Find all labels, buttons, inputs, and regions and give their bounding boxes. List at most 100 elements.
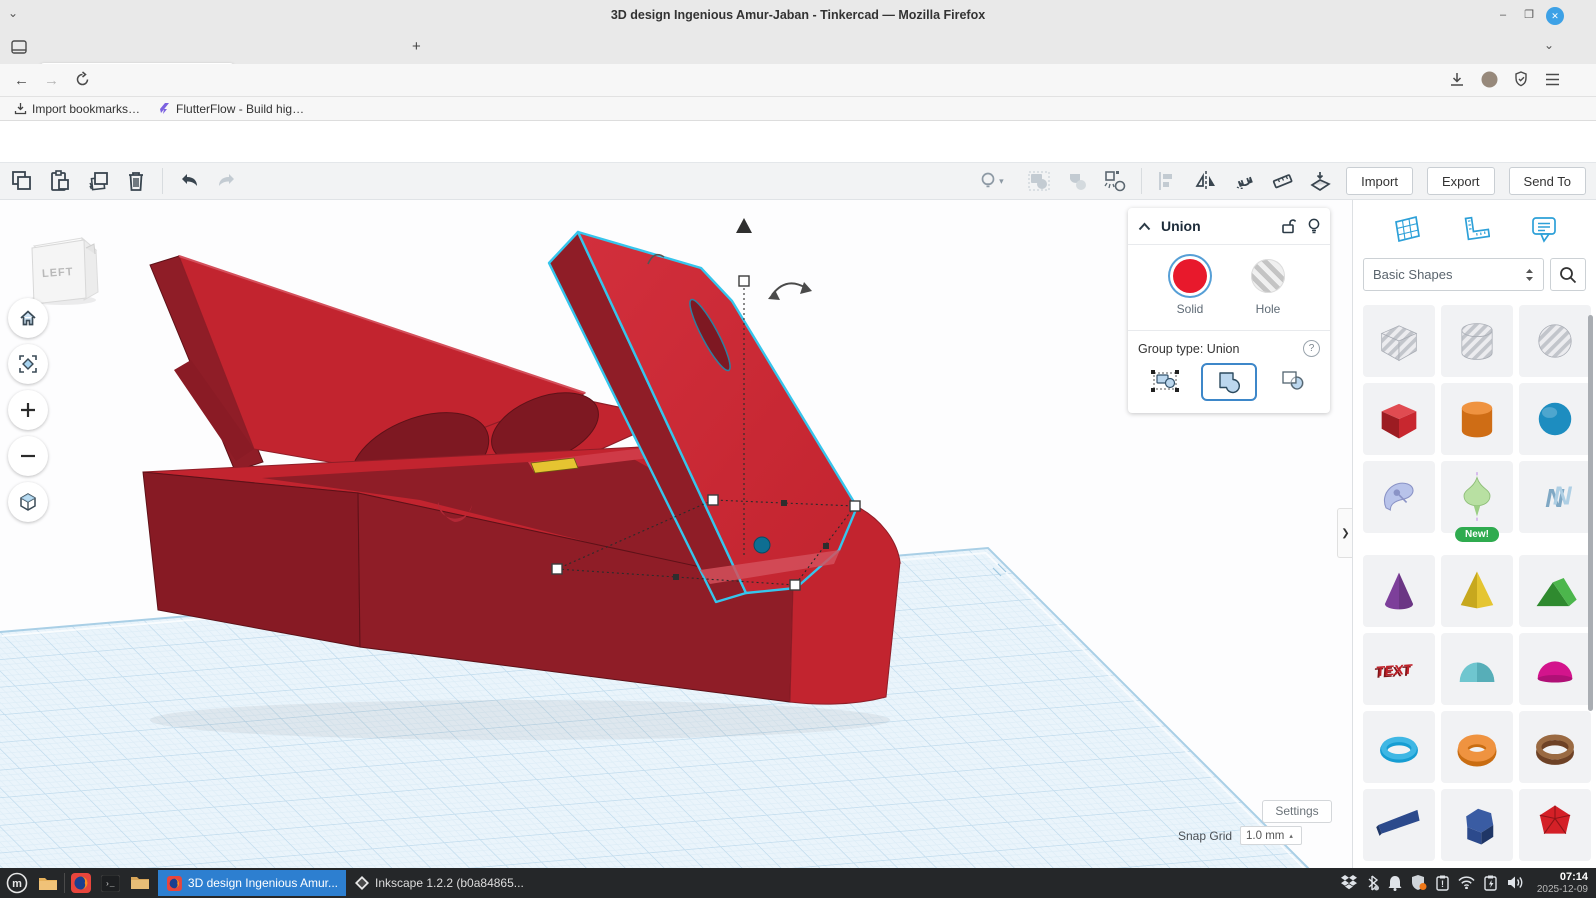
- shape-cylinder-hole[interactable]: [1441, 305, 1513, 377]
- fit-view-button[interactable]: [8, 344, 48, 384]
- reload-icon[interactable]: [74, 71, 91, 88]
- close-button[interactable]: ✕: [1546, 7, 1564, 25]
- extensions-icon[interactable]: [1513, 71, 1529, 87]
- show-all-icon[interactable]: ▾: [977, 169, 1013, 193]
- shape-box[interactable]: [1363, 383, 1435, 455]
- group-type-union-button[interactable]: [1201, 363, 1257, 401]
- duplicate-icon[interactable]: [86, 169, 110, 193]
- firefox-view-icon[interactable]: [10, 38, 28, 56]
- volume-icon[interactable]: [1507, 875, 1524, 890]
- magnet-icon[interactable]: [1232, 169, 1256, 193]
- help-icon[interactable]: ?: [1303, 340, 1320, 357]
- hole-swatch[interactable]: Hole: [1251, 259, 1285, 316]
- titlebar-chevron-icon[interactable]: ⌄: [8, 6, 18, 20]
- export-button[interactable]: Export: [1427, 167, 1495, 195]
- task-window-inkscape[interactable]: Inkscape 1.2.2 (b0a84865...: [346, 870, 533, 896]
- notifications-bell-icon[interactable]: [1388, 875, 1402, 891]
- ruler-icon[interactable]: [1270, 169, 1294, 193]
- power-manager-icon[interactable]: [1484, 875, 1498, 891]
- launcher-terminal-icon[interactable]: ›_: [101, 875, 120, 892]
- ruler-tool-icon[interactable]: [1460, 214, 1490, 244]
- shape-cylinder[interactable]: [1441, 383, 1513, 455]
- notes-icon[interactable]: [1529, 214, 1559, 244]
- mirror-icon[interactable]: [1194, 169, 1218, 193]
- shield-icon[interactable]: [1411, 874, 1427, 891]
- search-shapes-button[interactable]: [1550, 258, 1586, 291]
- send-to-button[interactable]: Send To: [1509, 167, 1586, 195]
- bookmark-flutterflow[interactable]: FlutterFlow - Build hig…: [158, 102, 304, 116]
- dropbox-icon[interactable]: [1341, 875, 1357, 890]
- raise-handle[interactable]: [736, 218, 752, 233]
- bluetooth-icon[interactable]: [1366, 875, 1379, 891]
- shape-category-select[interactable]: Basic Shapes: [1363, 258, 1544, 291]
- shape-cone[interactable]: [1363, 555, 1435, 627]
- scale-mid-handle[interactable]: [823, 543, 829, 549]
- shape-torus[interactable]: [1363, 711, 1435, 783]
- perspective-toggle-button[interactable]: [8, 482, 48, 522]
- launcher-firefox-icon[interactable]: [71, 873, 91, 893]
- redo-icon[interactable]: [215, 169, 239, 193]
- delete-icon[interactable]: [124, 169, 148, 193]
- workplane-tool-icon[interactable]: [1308, 169, 1332, 193]
- snap-grid-select[interactable]: 1.0 mm ▴: [1240, 826, 1302, 845]
- view-cube-face-label[interactable]: LEFT: [42, 266, 74, 280]
- clock[interactable]: 07:14 2025-12-09: [1537, 871, 1588, 895]
- shape-hemisphere[interactable]: [1519, 633, 1591, 705]
- shape-polygon[interactable]: [1441, 789, 1513, 861]
- scrollbar-thumb[interactable]: [1588, 315, 1593, 711]
- back-icon[interactable]: ←: [14, 72, 29, 89]
- group-type-intersect-button[interactable]: [1266, 363, 1320, 399]
- ungroup-icon[interactable]: [1065, 169, 1089, 193]
- scale-corner-handle[interactable]: [790, 580, 800, 590]
- clipboard-alert-icon[interactable]: !: [1436, 875, 1449, 891]
- solid-swatch[interactable]: Solid: [1173, 259, 1207, 316]
- shape-text[interactable]: TEXTTEXT: [1363, 633, 1435, 705]
- shape-sphere-hole[interactable]: [1519, 305, 1591, 377]
- scale-mid-handle[interactable]: [673, 574, 679, 580]
- bulb-icon[interactable]: [1308, 218, 1320, 234]
- scale-corner-handle[interactable]: [552, 564, 562, 574]
- group-icon[interactable]: [1027, 169, 1051, 193]
- rotate-handle[interactable]: [800, 282, 812, 294]
- shape-scribble[interactable]: [1363, 461, 1435, 533]
- launcher-files-icon[interactable]: [130, 875, 150, 891]
- zoom-out-button[interactable]: [8, 436, 48, 476]
- app-menu-icon[interactable]: m: [6, 872, 28, 894]
- view-cube[interactable]: LEFT: [12, 218, 104, 308]
- settings-button[interactable]: Settings: [1262, 800, 1332, 823]
- wifi-icon[interactable]: [1458, 876, 1475, 889]
- forward-icon[interactable]: →: [44, 72, 59, 89]
- shape-top[interactable]: New!: [1441, 461, 1513, 533]
- downloads-icon[interactable]: [1449, 72, 1465, 88]
- shape-box-hole[interactable]: [1363, 305, 1435, 377]
- desktop-folder-icon[interactable]: [38, 875, 58, 891]
- shape-torus-thick[interactable]: [1441, 711, 1513, 783]
- new-tab-button[interactable]: +: [412, 38, 421, 55]
- zoom-in-button[interactable]: [8, 390, 48, 430]
- panel-collapse-handle[interactable]: ❯: [1337, 508, 1353, 558]
- menu-hamburger-icon[interactable]: [1545, 73, 1560, 86]
- shape-icosahedron[interactable]: [1519, 789, 1591, 861]
- shape-squiggle[interactable]: NN: [1519, 461, 1591, 533]
- shape-roof[interactable]: [1519, 555, 1591, 627]
- unlock-icon[interactable]: [1281, 218, 1296, 234]
- restore-button[interactable]: ❐: [1520, 7, 1538, 25]
- solid-color-circle[interactable]: [1173, 259, 1207, 293]
- scale-corner-handle[interactable]: [708, 495, 718, 505]
- minimize-button[interactable]: –: [1494, 7, 1512, 25]
- copy-icon[interactable]: [10, 169, 34, 193]
- list-all-tabs-icon[interactable]: ⌄: [1544, 38, 1554, 52]
- task-window-tinkercad[interactable]: 3D design Ingenious Amur...: [158, 870, 346, 896]
- shape-half-cylinder[interactable]: [1441, 633, 1513, 705]
- scale-mid-handle[interactable]: [781, 500, 787, 506]
- shape-wedge[interactable]: [1363, 789, 1435, 861]
- ungroup-all-icon[interactable]: [1103, 169, 1127, 193]
- workplane-icon[interactable]: [1391, 214, 1421, 244]
- account-icon[interactable]: [1481, 71, 1498, 88]
- scale-corner-handle[interactable]: [850, 501, 860, 511]
- height-handle[interactable]: [739, 276, 749, 286]
- show-all-caret[interactable]: ▾: [999, 176, 1004, 187]
- shape-pyramid[interactable]: [1441, 555, 1513, 627]
- shape-sphere[interactable]: [1519, 383, 1591, 455]
- bookmark-import[interactable]: Import bookmarks…: [14, 102, 140, 116]
